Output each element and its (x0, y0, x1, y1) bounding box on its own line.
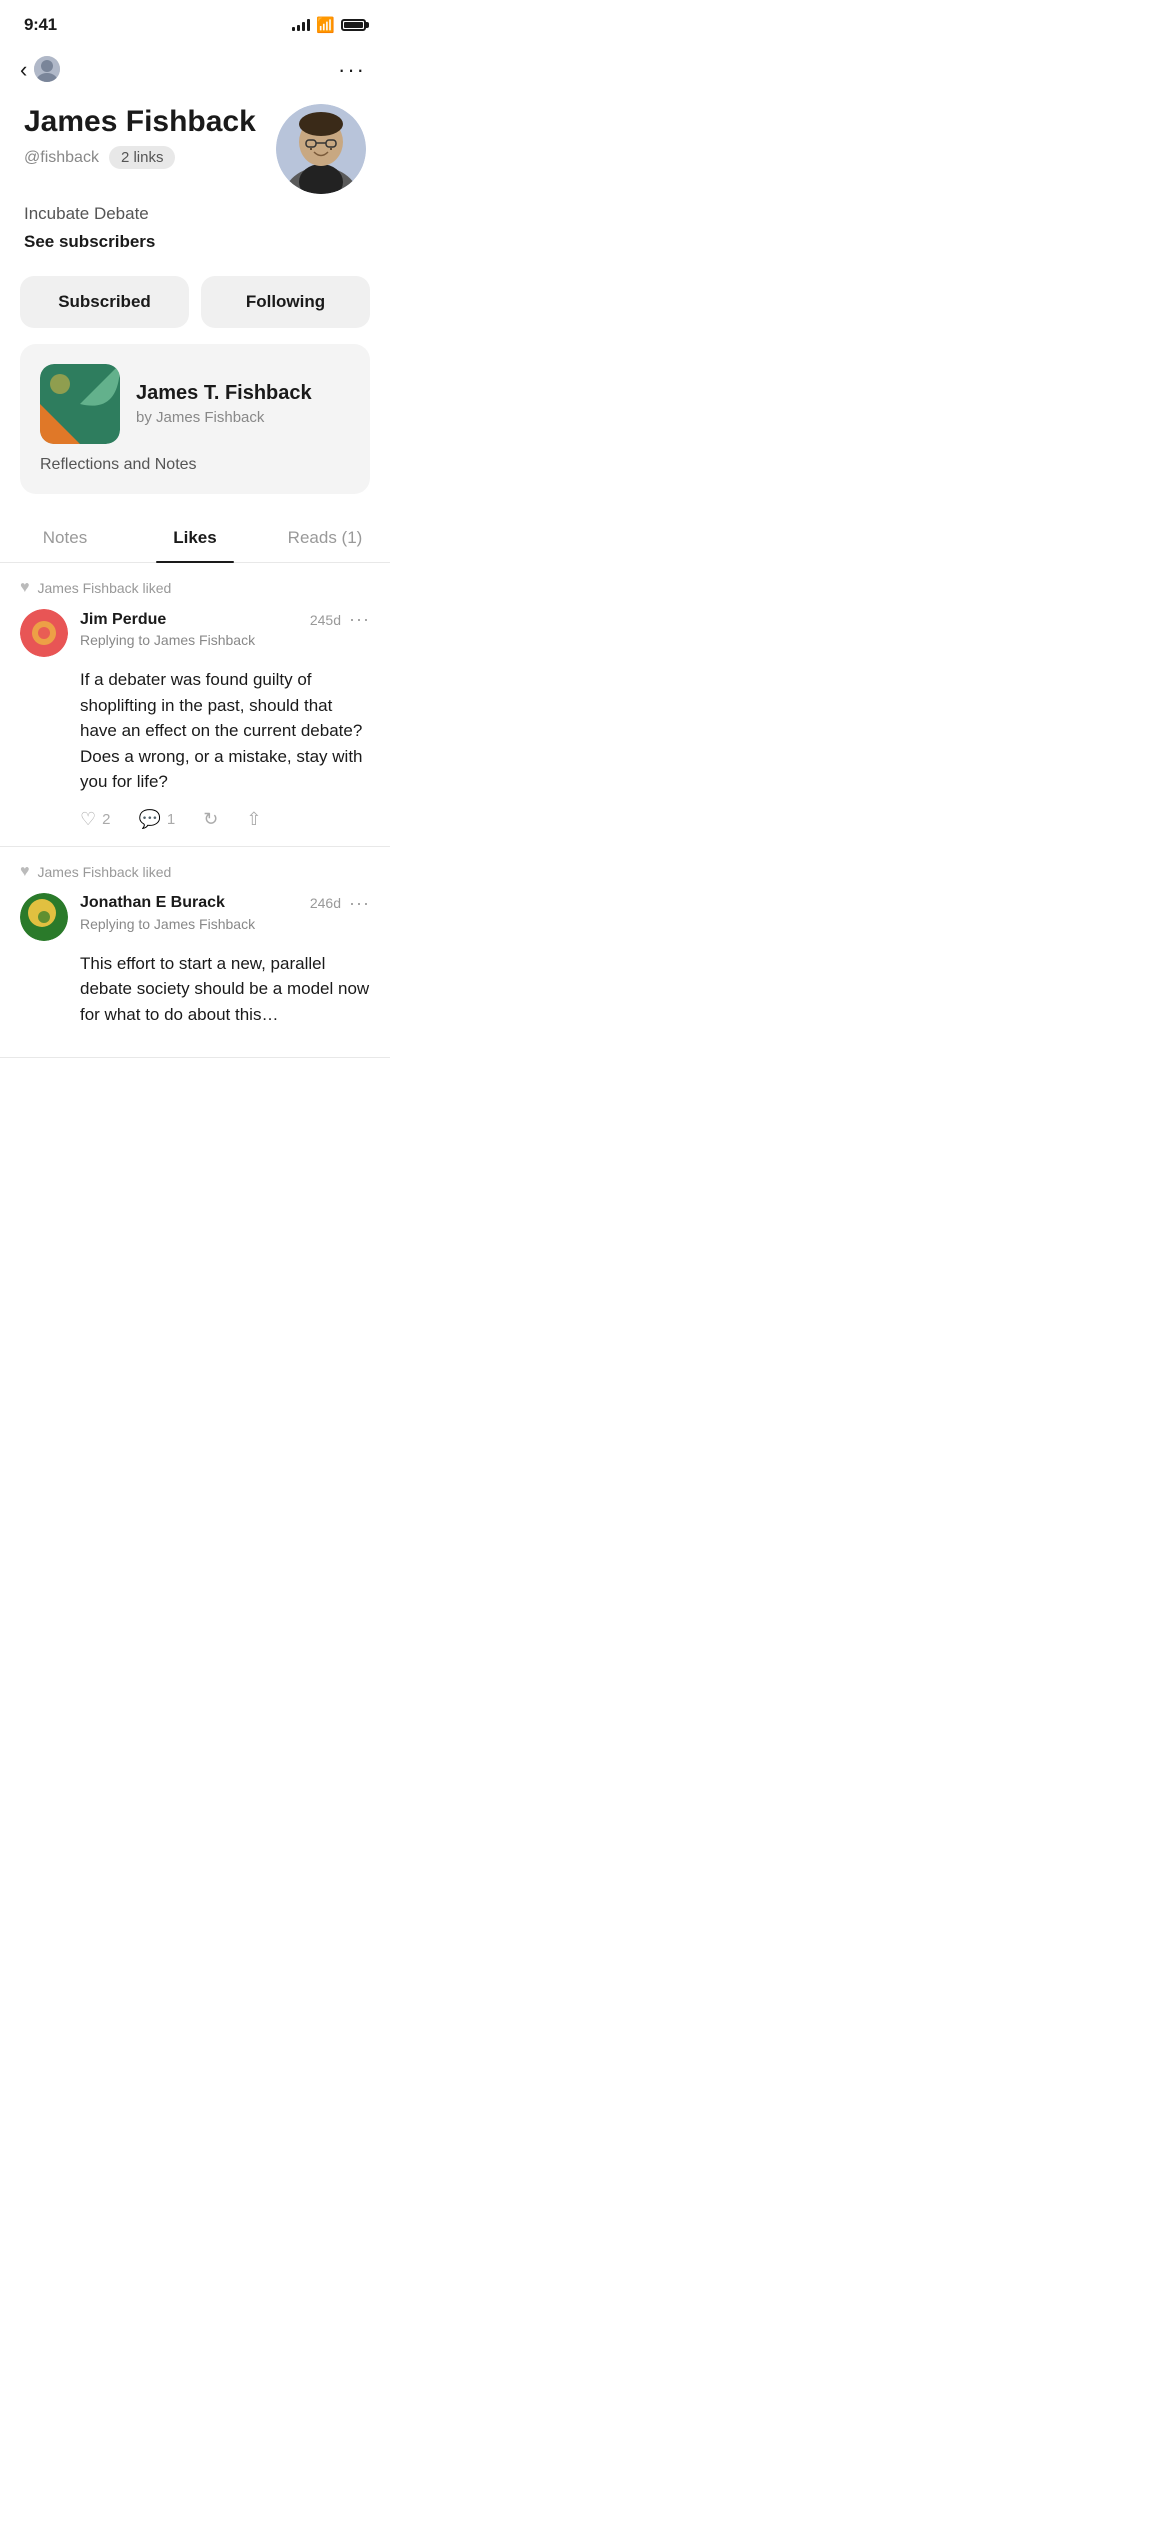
post-time-1: 245d (310, 612, 341, 628)
signal-icon (292, 19, 310, 31)
tab-reads[interactable]: Reads (1) (260, 514, 390, 562)
liked-by-2: ♥ James Fishback liked (20, 863, 370, 881)
post-header-text-2: Jonathan E Burack 246d ··· Replying to J… (80, 893, 370, 932)
tab-likes[interactable]: Likes (130, 514, 260, 562)
profile-bio: Incubate Debate (24, 204, 366, 224)
post-header-2: Jonathan E Burack 246d ··· Replying to J… (20, 893, 370, 941)
like-action-1[interactable]: ♡ 2 (80, 809, 110, 830)
newsletter-title: James T. Fishback (136, 382, 312, 405)
like-count-1: 2 (102, 811, 110, 828)
heart-icon-1: ♥ (20, 579, 30, 597)
nav-bar: ‹ ··· (0, 44, 390, 96)
post-body-1: If a debater was found guilty of shoplif… (20, 667, 370, 795)
avatar-image (276, 104, 366, 194)
repost-icon-1: ↻ (203, 809, 218, 830)
avatar-jonathan (20, 893, 68, 941)
post-header-text-1: Jim Perdue 245d ··· Replying to James Fi… (80, 609, 370, 648)
post-actions-1: ♡ 2 💬 1 ↻ ⇧ (20, 809, 370, 830)
back-arrow-icon: ‹ (20, 59, 27, 81)
tabs: Notes Likes Reads (1) (0, 514, 390, 563)
avatar-small (34, 56, 60, 82)
newsletter-text: James T. Fishback by James Fishback (136, 382, 312, 426)
profile-avatar (276, 104, 366, 194)
following-button[interactable]: Following (201, 276, 370, 328)
comment-action-1[interactable]: 💬 1 (138, 809, 175, 830)
profile-info: James Fishback @fishback 2 links (24, 104, 276, 169)
post-reply-2: Replying to James Fishback (80, 916, 370, 932)
post-header-1: Jim Perdue 245d ··· Replying to James Fi… (20, 609, 370, 657)
post-body-2: This effort to start a new, parallel deb… (20, 951, 370, 1028)
profile-name: James Fishback (24, 104, 276, 140)
feed-item-1: ♥ James Fishback liked Jim Perdue 245d ·… (0, 563, 390, 847)
repost-action-1[interactable]: ↻ (203, 809, 218, 830)
heart-icon-2: ♥ (20, 863, 30, 881)
status-icons: 📶 (292, 16, 366, 34)
links-badge[interactable]: 2 links (109, 146, 176, 169)
newsletter-by: by James Fishback (136, 409, 312, 426)
post-reply-1: Replying to James Fishback (80, 632, 370, 648)
status-bar: 9:41 📶 (0, 0, 390, 44)
post-more-2[interactable]: ··· (349, 893, 370, 914)
subscribed-button[interactable]: Subscribed (20, 276, 189, 328)
more-button[interactable]: ··· (334, 53, 370, 87)
feed-item-2: ♥ James Fishback liked Jonathan E Burack… (0, 847, 390, 1059)
post-time-2: 246d (310, 895, 341, 911)
avatar-jim (20, 609, 68, 657)
share-icon-1: ⇧ (246, 809, 261, 830)
like-icon-1: ♡ (80, 809, 96, 830)
status-time: 9:41 (24, 15, 57, 35)
newsletter-card[interactable]: James T. Fishback by James Fishback Refl… (20, 344, 370, 494)
newsletter-icon (40, 364, 120, 444)
newsletter-description: Reflections and Notes (40, 456, 350, 474)
profile-handle: @fishback (24, 149, 99, 167)
liked-by-1: ♥ James Fishback liked (20, 579, 370, 597)
wifi-icon: 📶 (316, 16, 335, 34)
see-subscribers[interactable]: See subscribers (24, 232, 366, 252)
comment-count-1: 1 (167, 811, 175, 828)
post-more-1[interactable]: ··· (349, 609, 370, 630)
tab-notes[interactable]: Notes (0, 514, 130, 562)
post-author-2[interactable]: Jonathan E Burack (80, 894, 225, 912)
post-author-1[interactable]: Jim Perdue (80, 611, 166, 629)
battery-icon (341, 19, 366, 31)
back-button[interactable]: ‹ (20, 48, 64, 92)
share-action-1[interactable]: ⇧ (246, 809, 261, 830)
profile-section: James Fishback @fishback 2 links (0, 96, 390, 268)
action-buttons: Subscribed Following (0, 268, 390, 344)
comment-icon-1: 💬 (138, 809, 160, 830)
